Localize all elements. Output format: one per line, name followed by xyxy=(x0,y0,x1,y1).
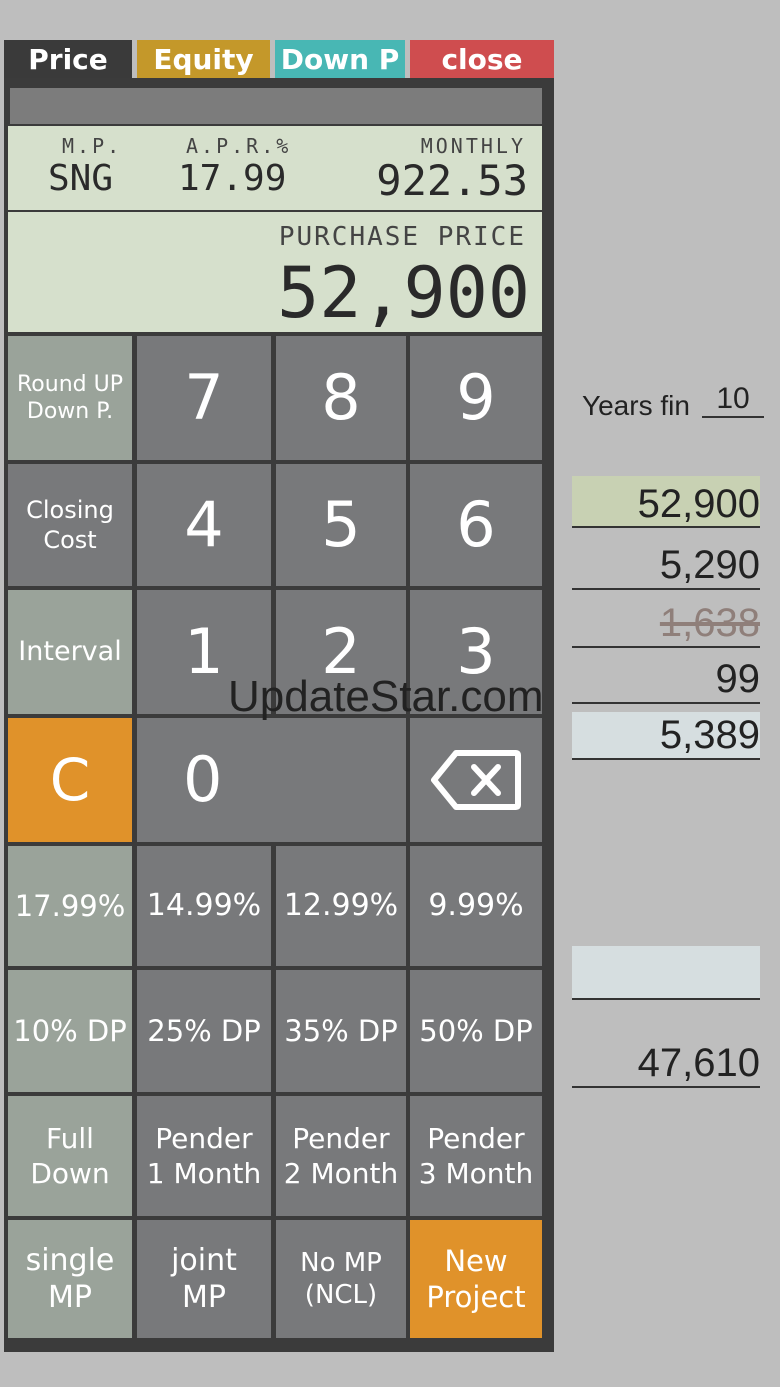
tab-price[interactable]: Price xyxy=(4,40,132,78)
extra-field[interactable]: 99 xyxy=(572,656,760,704)
closing-label-line2: Cost xyxy=(43,526,97,554)
pender1-line2: 1 Month xyxy=(146,1157,262,1190)
full-down-button[interactable]: Full Down xyxy=(8,1096,132,1216)
tab-equity[interactable]: Equity xyxy=(137,40,270,78)
single-mp-button[interactable]: single MP xyxy=(8,1220,132,1338)
pender3-line2: 3 Month xyxy=(418,1157,534,1190)
joint-mp-button[interactable]: joint MP xyxy=(137,1220,271,1338)
calculator-top-bar xyxy=(10,88,542,124)
no-mp-ncl-button[interactable]: No MP (NCL) xyxy=(276,1220,406,1338)
pender-3-month-button[interactable]: Pender 3 Month xyxy=(410,1096,542,1216)
years-financed-label: Years fin xyxy=(582,390,690,421)
tab-close[interactable]: close xyxy=(410,40,554,78)
key-7[interactable]: 7 xyxy=(137,336,271,460)
closing-cost-button[interactable]: Closing Cost xyxy=(8,464,132,586)
round-up-down-payment-button[interactable]: Round UP Down P. xyxy=(8,336,132,460)
dp-50-button[interactable]: 50% DP xyxy=(410,970,542,1092)
lcd-purchase-price: PURCHASE PRICE 52,900 xyxy=(8,212,542,334)
joint-mp-line1: joint xyxy=(171,1242,237,1278)
key-5[interactable]: 5 xyxy=(276,464,406,586)
closing-cost-field[interactable]: 1,638 xyxy=(572,600,760,648)
new-project-line1: New xyxy=(444,1243,508,1278)
monthly-value: 922.53 xyxy=(376,156,528,205)
pender-2-month-button[interactable]: Pender 2 Month xyxy=(276,1096,406,1216)
backspace-icon xyxy=(431,750,521,810)
rate-12-99-button[interactable]: 12.99% xyxy=(276,846,406,966)
dp-10-button[interactable]: 10% DP xyxy=(8,970,132,1092)
pender2-line1: Pender xyxy=(292,1122,390,1155)
full-down-line2: Down xyxy=(30,1157,110,1190)
pender3-line1: Pender xyxy=(427,1122,525,1155)
new-project-button[interactable]: New Project xyxy=(410,1220,542,1338)
years-financed-field[interactable]: 10 xyxy=(702,382,764,418)
new-project-line2: Project xyxy=(426,1280,526,1314)
down-payment-field[interactable]: 5,290 xyxy=(572,542,760,590)
rate-17-99-button[interactable]: 17.99% xyxy=(8,846,132,966)
purchase-price-value: 52,900 xyxy=(277,252,530,334)
total-down-field[interactable]: 5,389 xyxy=(572,712,760,760)
pender2-line2: 2 Month xyxy=(283,1157,399,1190)
monthly-label: MONTHLY xyxy=(420,134,526,158)
amount-financed-field[interactable]: 47,610 xyxy=(572,1040,760,1088)
interval-button[interactable]: Interval xyxy=(8,590,132,714)
single-mp-line1: single xyxy=(25,1242,115,1278)
round-label-line2: Down P. xyxy=(26,399,114,424)
apr-label: A.P.R.% xyxy=(186,134,292,158)
clear-button[interactable]: C xyxy=(8,718,132,842)
key-0[interactable]: 0 xyxy=(137,718,406,842)
pender1-line1: Pender xyxy=(155,1122,253,1155)
mp-value: SNG xyxy=(48,158,114,199)
dp-25-button[interactable]: 25% DP xyxy=(137,970,271,1092)
watermark: UpdateStar.com xyxy=(228,672,544,721)
closing-label-line1: Closing xyxy=(26,496,114,524)
key-6[interactable]: 6 xyxy=(410,464,542,586)
purchase-price-label: PURCHASE PRICE xyxy=(278,222,526,252)
dp-35-button[interactable]: 35% DP xyxy=(276,970,406,1092)
pender-1-month-button[interactable]: Pender 1 Month xyxy=(137,1096,271,1216)
blank-field[interactable] xyxy=(572,946,760,1000)
rate-9-99-button[interactable]: 9.99% xyxy=(410,846,542,966)
key-8[interactable]: 8 xyxy=(276,336,406,460)
backspace-button[interactable] xyxy=(410,718,542,842)
full-down-line1: Full xyxy=(46,1122,94,1155)
single-mp-line2: MP xyxy=(48,1280,92,1315)
apr-value: 17.99 xyxy=(178,158,287,199)
mp-label: M.P. xyxy=(62,134,123,158)
rate-14-99-button[interactable]: 14.99% xyxy=(137,846,271,966)
lcd-summary: M.P. SNG A.P.R.% 17.99 MONTHLY 922.53 xyxy=(8,126,542,210)
round-label-line1: Round UP xyxy=(17,371,123,397)
no-mp-line1: No MP xyxy=(300,1247,382,1278)
joint-mp-line2: MP xyxy=(182,1280,226,1315)
no-mp-line2: (NCL) xyxy=(304,1280,378,1310)
tab-down-payment[interactable]: Down P xyxy=(275,40,405,78)
key-9[interactable]: 9 xyxy=(410,336,542,460)
price-field[interactable]: 52,900 xyxy=(572,476,760,528)
key-4[interactable]: 4 xyxy=(137,464,271,586)
